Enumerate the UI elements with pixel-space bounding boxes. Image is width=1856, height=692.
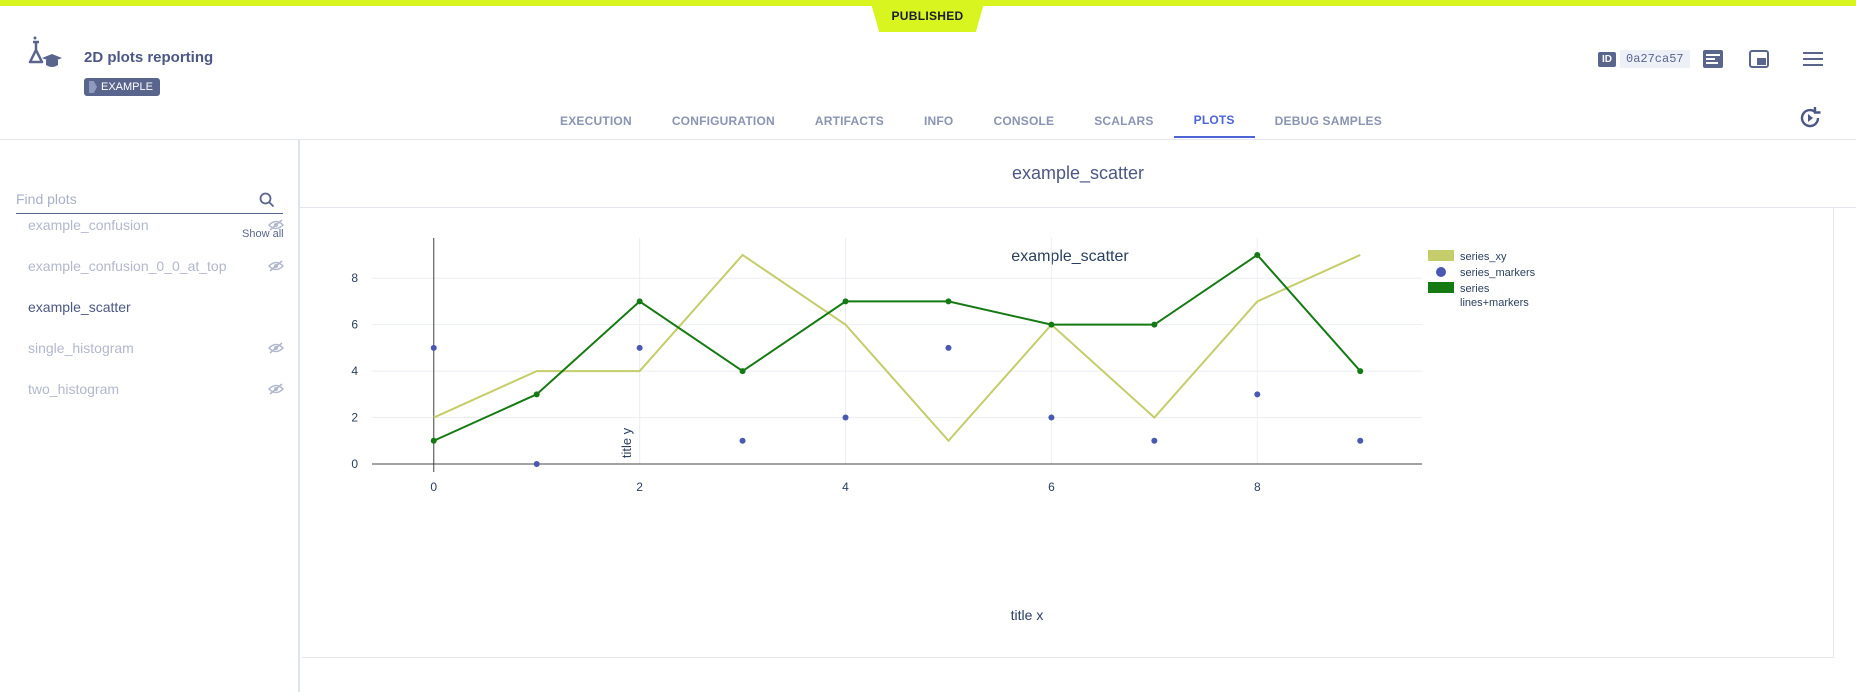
legend-label: series xyxy=(1460,283,1490,295)
plot-item-label: two_histogram xyxy=(28,381,120,397)
chart-title: example_scatter xyxy=(1011,248,1129,265)
data-point[interactable] xyxy=(739,437,746,444)
series-line[interactable] xyxy=(433,253,1361,443)
data-point[interactable] xyxy=(430,344,437,351)
tab-info[interactable]: INFO xyxy=(904,104,973,138)
tab-scalars[interactable]: SCALARS xyxy=(1074,104,1173,138)
eye-off-icon[interactable] xyxy=(268,219,284,231)
eye-off-icon[interactable] xyxy=(268,342,284,354)
tab-debug-samples[interactable]: DEBUG SAMPLES xyxy=(1255,104,1402,138)
search-icon[interactable] xyxy=(259,192,275,208)
plots-sidebar: Show all example_confusion example_confu… xyxy=(0,140,300,692)
tab-artifacts[interactable]: ARTIFACTS xyxy=(795,104,904,138)
plot-item-label: example_confusion_0_0_at_top xyxy=(28,258,227,274)
data-point[interactable] xyxy=(1254,391,1261,398)
x-tick-label: 2 xyxy=(636,480,643,494)
x-tick-label: 6 xyxy=(1048,480,1055,494)
y-tick-label: 4 xyxy=(351,364,358,378)
tab-execution[interactable]: EXECUTION xyxy=(540,104,652,138)
plot-item-label: single_histogram xyxy=(28,340,134,356)
eye-off-icon[interactable] xyxy=(268,383,284,395)
tag-icon xyxy=(89,81,97,93)
y-tick-label: 0 xyxy=(351,457,358,471)
legend-label: series_markers xyxy=(1460,267,1536,279)
eye-off-icon[interactable] xyxy=(268,260,284,272)
menu-icon[interactable] xyxy=(1802,48,1824,70)
data-point[interactable] xyxy=(636,344,643,351)
experiment-tabs: EXECUTION CONFIGURATION ARTIFACTS INFO C… xyxy=(540,104,1402,140)
data-point[interactable] xyxy=(945,344,952,351)
legend-swatch xyxy=(1428,282,1454,293)
legend[interactable]: series_xy series_markersseries lines+marke… xyxy=(1428,250,1536,309)
data-point[interactable] xyxy=(945,298,952,305)
plot-item-example-confusion-0-0-at-top[interactable]: example_confusion_0_0_at_top xyxy=(28,254,284,278)
legend-label: lines+markers xyxy=(1460,297,1529,309)
legend-swatch xyxy=(1428,250,1454,261)
layout-toggle-icon[interactable] xyxy=(1748,48,1770,70)
plot-item-two-histogram[interactable]: two_histogram xyxy=(28,377,284,401)
plot-item-example-confusion[interactable]: example_confusion xyxy=(28,213,284,237)
x-tick-label: 8 xyxy=(1254,480,1261,494)
y-tick-label: 2 xyxy=(351,411,358,425)
tab-plots[interactable]: PLOTS xyxy=(1173,104,1255,138)
series-line[interactable] xyxy=(433,253,1361,442)
data-point[interactable] xyxy=(1151,437,1158,444)
tab-console[interactable]: CONSOLE xyxy=(973,104,1074,138)
search-input[interactable] xyxy=(16,186,246,212)
grid-lines xyxy=(372,238,1422,464)
y-tick-label: 8 xyxy=(351,271,358,285)
plot-item-label: example_scatter xyxy=(28,299,131,315)
data-point[interactable] xyxy=(842,414,849,421)
legend-label: series_xy xyxy=(1460,251,1507,263)
axes: 0 2 4 6 8 0 2 4 6 8 xyxy=(351,238,1422,494)
id-value: 0a27ca57 xyxy=(1620,50,1690,68)
example-tag[interactable]: EXAMPLE xyxy=(84,78,160,96)
data-point[interactable] xyxy=(1254,251,1261,258)
info-panel-icon[interactable] xyxy=(1702,48,1724,70)
plot-item-single-histogram[interactable]: single_histogram xyxy=(28,336,284,360)
x-tick-label: 4 xyxy=(842,480,849,494)
data-point[interactable] xyxy=(430,437,437,444)
data-point[interactable] xyxy=(1357,368,1364,375)
experiment-title: 2D plots reporting xyxy=(84,49,214,66)
plot-panel: example_scatter title x title y 0 2 4 6 8 0 2 4… xyxy=(302,208,1834,658)
section-title: example_scatter xyxy=(300,140,1856,208)
data-point[interactable] xyxy=(1048,321,1055,328)
id-label: ID xyxy=(1598,51,1616,67)
refresh-icon[interactable] xyxy=(1798,106,1822,130)
data-point[interactable] xyxy=(1357,437,1364,444)
experiment-icon xyxy=(28,36,62,67)
plot-item-example-scatter[interactable]: example_scatter xyxy=(28,295,284,319)
series-layer xyxy=(430,251,1364,467)
scatter-chart[interactable]: example_scatter title x title y 0 2 4 6 8 0 2 4… xyxy=(302,208,1834,658)
data-point[interactable] xyxy=(533,461,540,467)
tag-label: EXAMPLE xyxy=(101,81,153,93)
legend-swatch xyxy=(1436,267,1446,277)
x-axis-label: title x xyxy=(1011,607,1044,623)
y-axis-label: title y xyxy=(619,427,634,458)
data-point[interactable] xyxy=(842,298,849,305)
x-tick-label: 0 xyxy=(430,480,437,494)
data-point[interactable] xyxy=(1048,414,1055,421)
plot-item-label: example_confusion xyxy=(28,217,149,233)
experiment-id[interactable]: ID 0a27ca57 xyxy=(1598,50,1690,68)
data-point[interactable] xyxy=(636,298,643,305)
tab-configuration[interactable]: CONFIGURATION xyxy=(652,104,795,138)
data-point[interactable] xyxy=(533,391,540,398)
plot-search xyxy=(16,186,283,214)
data-point[interactable] xyxy=(1151,321,1158,328)
y-tick-label: 6 xyxy=(351,318,358,332)
data-point[interactable] xyxy=(739,368,746,375)
